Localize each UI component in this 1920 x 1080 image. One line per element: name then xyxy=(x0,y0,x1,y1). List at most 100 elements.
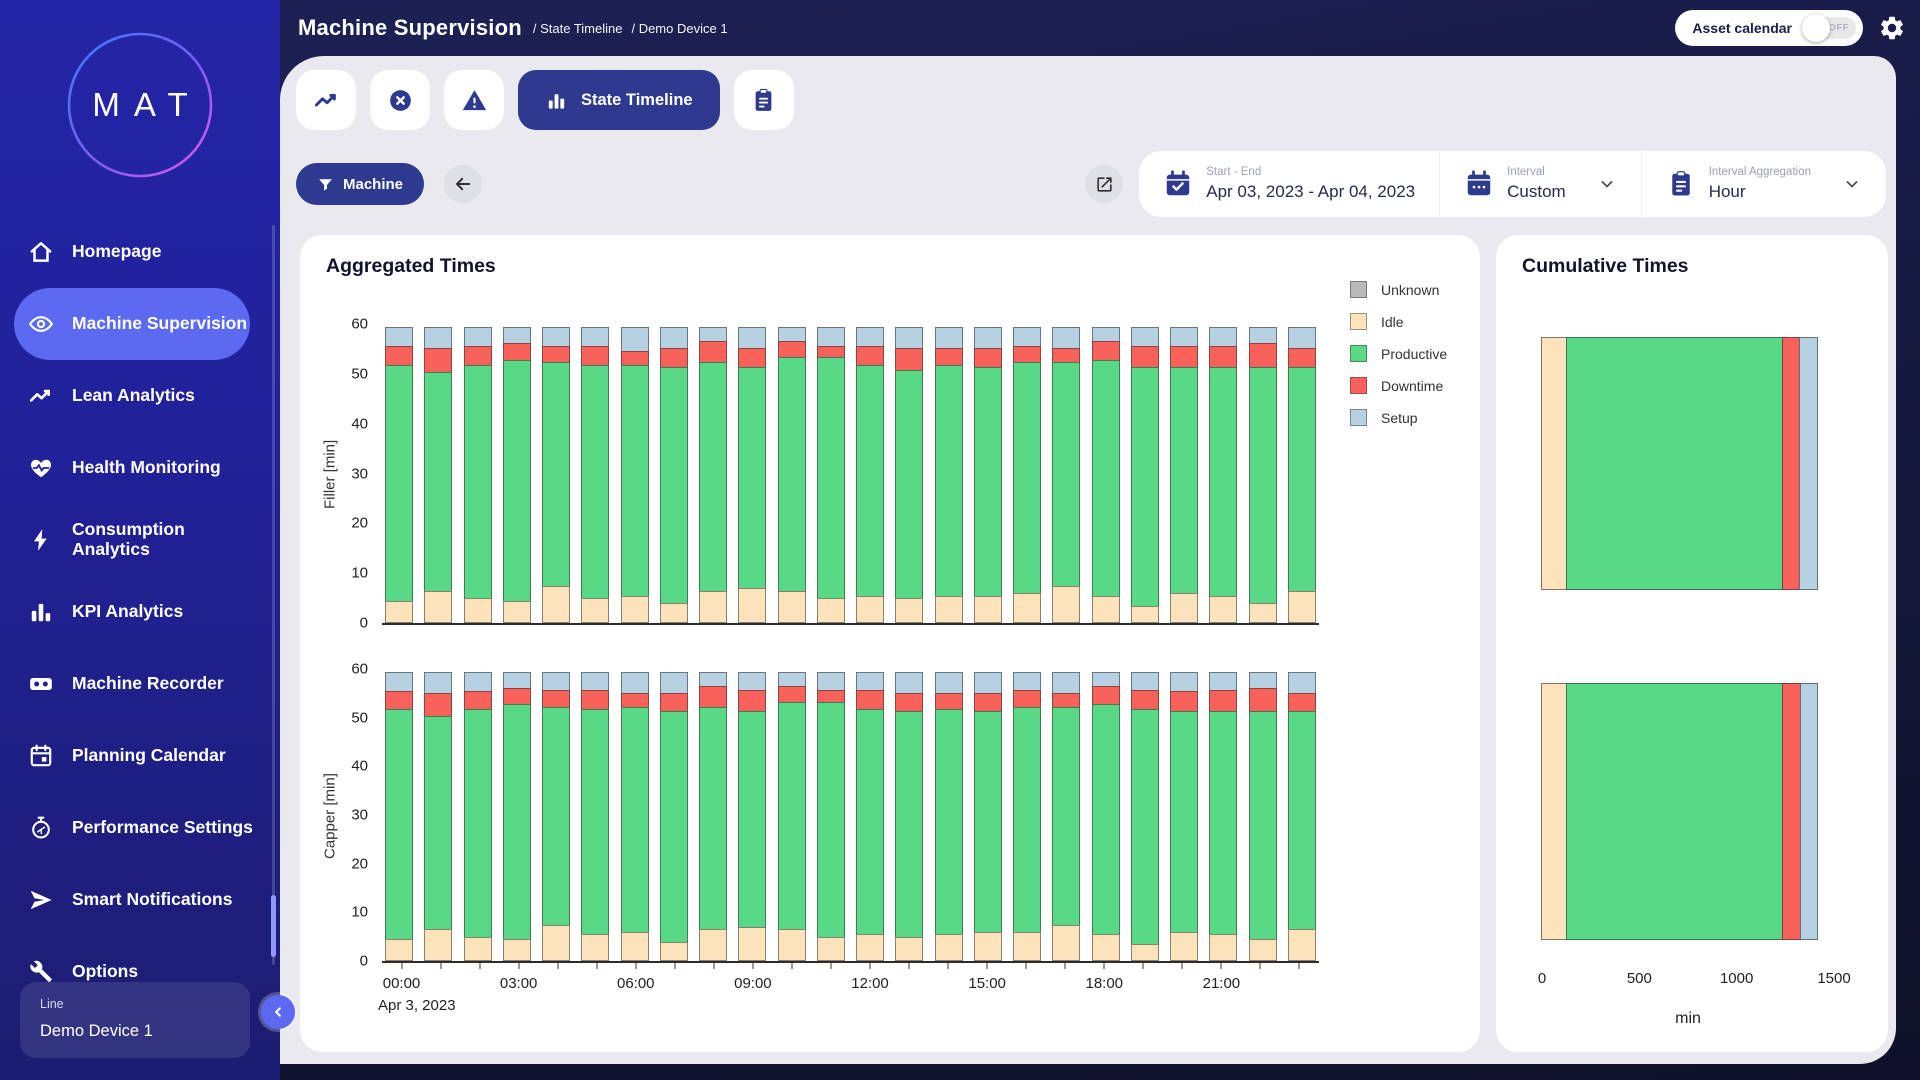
hour-bar xyxy=(1013,669,1041,961)
start-end-field[interactable]: Start - End Apr 03, 2023 - Apr 04, 2023 xyxy=(1139,151,1439,217)
topbar: Machine Supervision / State Timeline / D… xyxy=(280,0,1920,56)
hour-bar xyxy=(464,669,492,961)
tab-state-timeline[interactable]: State Timeline xyxy=(518,70,720,130)
downtime-segment xyxy=(699,686,727,708)
productive-segment xyxy=(1249,711,1277,940)
y-tick-label: 40 xyxy=(351,415,368,432)
sidebar-item-machine-recorder[interactable]: Machine Recorder xyxy=(0,648,280,720)
downtime-segment xyxy=(974,348,1002,368)
settings-gear-icon[interactable] xyxy=(1878,14,1906,42)
sidebar-nav: Homepage Machine Supervision Lean Analyt… xyxy=(0,216,280,1008)
hour-bar xyxy=(1131,324,1159,623)
x-tick-mark xyxy=(674,962,675,969)
sidebar-collapse-button[interactable] xyxy=(261,995,295,1029)
sidebar-item-homepage[interactable]: Homepage xyxy=(0,216,280,288)
sidebar-item-consumption-analytics[interactable]: Consumption Analytics xyxy=(0,504,280,576)
hour-bar xyxy=(1052,324,1080,623)
sidebar-item-label: Homepage xyxy=(72,242,161,262)
productive-segment xyxy=(464,709,492,938)
hour-bar xyxy=(1013,324,1041,623)
legend-swatch-icon xyxy=(1350,377,1367,394)
legend-item[interactable]: Downtime xyxy=(1350,377,1447,394)
sidebar-item-performance-settings[interactable]: Performance Settings xyxy=(0,792,280,864)
send-icon xyxy=(28,887,54,913)
calendar-interval-icon xyxy=(1464,169,1494,199)
idle-segment xyxy=(738,588,766,623)
sidebar-item-lean-analytics[interactable]: Lean Analytics xyxy=(0,360,280,432)
hour-bar xyxy=(1170,669,1198,961)
productive-segment xyxy=(1170,367,1198,594)
sidebar-item-health-monitoring[interactable]: Health Monitoring xyxy=(0,432,280,504)
hour-bar xyxy=(1170,324,1198,623)
downtime-segment xyxy=(1209,346,1237,368)
legend-item[interactable]: Setup xyxy=(1350,409,1447,426)
setup-segment xyxy=(660,672,688,694)
legend-item[interactable]: Unknown xyxy=(1350,281,1447,298)
tab-stops[interactable] xyxy=(370,70,430,130)
legend-swatch-icon xyxy=(1350,345,1367,362)
setup-segment xyxy=(935,672,963,694)
tab-reports[interactable] xyxy=(734,70,794,130)
downtime-segment xyxy=(1092,686,1120,705)
x-tick-label: 03:00 xyxy=(500,975,538,992)
machine-filter-button[interactable]: Machine xyxy=(296,163,424,205)
productive-segment xyxy=(1209,367,1237,596)
tab-alarms[interactable] xyxy=(444,70,504,130)
idle-segment xyxy=(738,927,766,961)
idle-segment xyxy=(935,596,963,623)
device-context-card[interactable]: Line Demo Device 1 xyxy=(20,982,250,1058)
breadcrumb-demo-device: / Demo Device 1 xyxy=(631,21,727,36)
tab-trends[interactable] xyxy=(296,70,356,130)
hour-bar xyxy=(1288,324,1316,623)
toggle-knob[interactable] xyxy=(1802,14,1830,42)
productive-segment xyxy=(424,716,452,930)
setup-segment xyxy=(1249,327,1277,344)
sidebar-scrollbar-thumb[interactable] xyxy=(271,895,276,957)
idle-segment xyxy=(778,929,806,961)
idle-segment xyxy=(1249,939,1277,961)
filler-axis-label: Filler [min] xyxy=(320,324,340,625)
interval-aggregation-field[interactable]: Interval Aggregation Hour xyxy=(1641,151,1886,217)
hour-bar xyxy=(385,669,413,961)
capper-axis-label: Capper [min] xyxy=(320,669,340,963)
idle-segment xyxy=(621,596,649,623)
y-tick-label: 60 xyxy=(351,316,368,333)
x-tick-label: 0 xyxy=(1538,970,1546,987)
productive-segment xyxy=(1131,367,1159,606)
breadcrumb: / State Timeline / Demo Device 1 xyxy=(533,21,728,36)
interval-field[interactable]: Interval Custom xyxy=(1439,151,1641,217)
downtime-segment xyxy=(1131,690,1159,709)
setup-segment xyxy=(464,672,492,691)
sidebar-item-kpi-analytics[interactable]: KPI Analytics xyxy=(0,576,280,648)
sidebar-item-smart-notifications[interactable]: Smart Notifications xyxy=(0,864,280,936)
back-button[interactable] xyxy=(444,165,482,203)
x-tick-mark xyxy=(1143,962,1144,969)
downtime-segment xyxy=(935,693,963,710)
idle-segment xyxy=(1052,586,1080,623)
toggle-track[interactable]: OFF xyxy=(1804,17,1856,39)
hour-bar xyxy=(1209,669,1237,961)
downtime-segment xyxy=(1782,683,1800,940)
export-button[interactable] xyxy=(1085,165,1123,203)
hour-bar xyxy=(1209,324,1237,623)
aggregation-label: Interval Aggregation xyxy=(1709,166,1811,178)
legend-item[interactable]: Idle xyxy=(1350,313,1447,330)
x-tick-mark xyxy=(791,962,792,969)
sidebar-item-planning-calendar[interactable]: Planning Calendar xyxy=(0,720,280,792)
idle-segment xyxy=(424,591,452,623)
device-name: Demo Device 1 xyxy=(40,1022,230,1041)
downtime-segment xyxy=(660,693,688,712)
sidebar-item-machine-supervision[interactable]: Machine Supervision xyxy=(14,288,250,360)
asset-calendar-toggle[interactable]: Asset calendar OFF xyxy=(1675,10,1863,46)
x-tick-label: 12:00 xyxy=(851,975,889,992)
productive-segment xyxy=(1566,337,1783,590)
downtime-segment xyxy=(738,348,766,368)
calendar-check-icon xyxy=(1163,169,1193,199)
productive-segment xyxy=(1249,367,1277,604)
setup-segment xyxy=(385,327,413,347)
legend-item[interactable]: Productive xyxy=(1350,345,1447,362)
idle-segment xyxy=(817,937,845,961)
x-tick-mark xyxy=(870,962,871,969)
x-circle-icon xyxy=(387,87,414,114)
filler-stacked-bar-chart: 0102030405060 xyxy=(382,324,1319,625)
